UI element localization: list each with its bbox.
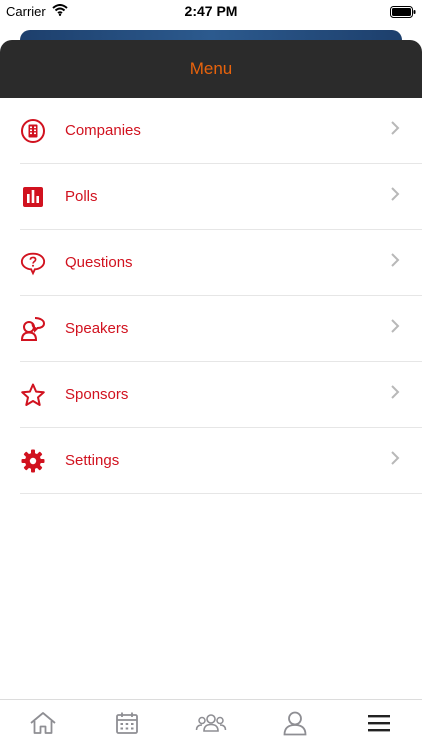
menu-item-label: Companies [65, 122, 141, 139]
tab-attendees[interactable] [195, 710, 227, 741]
page-title: Menu [189, 59, 233, 78]
chevron-right-icon [390, 252, 400, 273]
profile-icon [282, 710, 308, 741]
menu-header: Menu [0, 40, 422, 98]
chevron-right-icon [390, 318, 400, 339]
home-icon [28, 710, 58, 741]
menu-item-label: Speakers [65, 320, 129, 337]
chevron-right-icon [390, 384, 400, 405]
chevron-right-icon [390, 450, 400, 471]
chevron-right-icon [390, 186, 400, 207]
menu-list: Companies Polls Questions Speakers Spons… [0, 98, 422, 494]
status-bar: Carrier 2:47 PM [0, 0, 422, 22]
speaker-icon [20, 316, 46, 342]
menu-item-companies[interactable]: Companies [20, 98, 422, 164]
tab-profile[interactable] [280, 710, 310, 741]
question-bubble-icon [20, 250, 46, 276]
menu-item-label: Polls [65, 188, 98, 205]
tab-home[interactable] [28, 710, 58, 741]
status-time: 2:47 PM [184, 3, 238, 19]
hamburger-menu-icon [367, 713, 391, 738]
calendar-icon [114, 710, 140, 741]
menu-item-sponsors[interactable]: Sponsors [20, 362, 422, 428]
chevron-right-icon [390, 120, 400, 141]
menu-item-speakers[interactable]: Speakers [20, 296, 422, 362]
menu-item-questions[interactable]: Questions [20, 230, 422, 296]
gear-icon [20, 448, 46, 474]
bar-chart-icon [20, 184, 46, 210]
tab-menu[interactable] [364, 712, 394, 738]
menu-sheet: Menu Companies Polls Questions Speakers … [0, 40, 422, 700]
people-icon [195, 710, 227, 741]
tab-schedule[interactable] [112, 712, 142, 738]
battery-icon [390, 5, 416, 23]
menu-item-label: Questions [65, 254, 133, 271]
tab-bar [0, 699, 422, 750]
menu-item-label: Settings [65, 452, 120, 469]
star-icon [20, 382, 46, 408]
menu-item-polls[interactable]: Polls [20, 164, 422, 230]
menu-item-label: Sponsors [65, 386, 129, 403]
menu-item-settings[interactable]: Settings [20, 428, 422, 494]
building-icon [20, 118, 46, 144]
